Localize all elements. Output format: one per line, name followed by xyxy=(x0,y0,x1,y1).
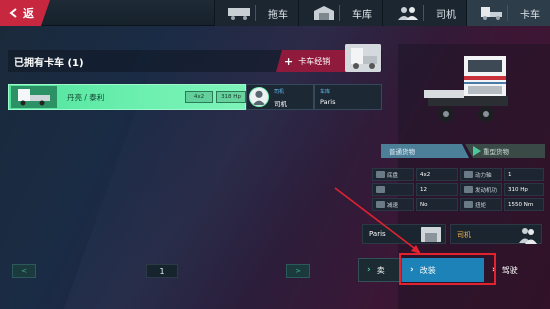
drive-label: 驾驶 xyxy=(501,265,518,275)
dealer-label: 卡车经销 xyxy=(298,56,331,66)
axle-badge: 4x2 xyxy=(185,91,213,103)
driver-value: 司机 xyxy=(274,100,287,108)
tab-drivers[interactable]: 司机 xyxy=(382,0,466,26)
spec-value: 1 xyxy=(504,168,544,181)
tab-divider xyxy=(255,5,256,21)
assigned-driver-name: 司机 xyxy=(457,231,471,239)
spec-value: No xyxy=(416,198,458,211)
back-label: 返 xyxy=(23,7,34,20)
truck-list-item[interactable]: 丹亮 / 泰利 4x2 318 Hp xyxy=(8,84,246,110)
spec-key: 发动机功 xyxy=(460,183,502,196)
top-bar: 返 拖车 车库 司机 卡车 xyxy=(0,0,550,26)
power-badge: 318 Hp xyxy=(216,91,246,103)
drivers-icon xyxy=(519,228,537,244)
chevron-right-icon: › xyxy=(367,265,371,275)
spec-value: 310 Hp xyxy=(504,183,544,196)
truck-name: 丹亮 / 泰利 xyxy=(67,92,105,102)
tab-label: 卡车 xyxy=(520,9,540,21)
tab-trucks[interactable]: 卡车 xyxy=(466,0,550,26)
engine-icon xyxy=(464,186,473,193)
torque-icon xyxy=(464,201,473,208)
spec-key: 底盘 xyxy=(372,168,414,181)
spec-value: 1550 Nm xyxy=(504,198,544,211)
cargo-heavy: 重型货物 xyxy=(465,144,545,158)
driver-avatar xyxy=(249,87,269,107)
sell-button[interactable]: › 卖 xyxy=(358,258,402,282)
retarder-icon xyxy=(376,201,385,208)
spec-row: 12 发动机功 310 Hp xyxy=(372,183,544,196)
truck-thumbnail-icon xyxy=(18,89,50,106)
assigned-garage-name: Paris xyxy=(369,230,386,238)
driver-key: 司机 xyxy=(274,89,285,95)
page-number: 1 xyxy=(146,264,178,278)
garage-icon xyxy=(421,227,441,242)
next-page-button[interactable]: > xyxy=(286,264,310,278)
truck-icon xyxy=(481,7,502,20)
assigned-garage[interactable]: Paris xyxy=(362,224,446,244)
axle-icon xyxy=(464,171,473,178)
garage-key: 车库 xyxy=(320,89,331,95)
tab-divider xyxy=(339,5,340,21)
spec-value: 12 xyxy=(416,183,458,196)
garage-value: Paris xyxy=(320,98,336,106)
truck-driver-cell[interactable]: 司机 司机 xyxy=(246,84,314,110)
spec-row: 减速 No 扭矩 1550 Nm xyxy=(372,198,544,211)
back-arrow-icon xyxy=(9,8,17,18)
tab-label: 司机 xyxy=(436,9,456,21)
spec-key: 减速 xyxy=(372,198,414,211)
plus-icon: + xyxy=(284,54,294,68)
tab-bar: 拖车 车库 司机 卡车 xyxy=(214,0,550,26)
fuel-icon xyxy=(376,186,385,193)
tab-divider xyxy=(507,5,508,21)
garage-icon xyxy=(314,6,334,20)
trailer-icon xyxy=(228,8,250,20)
tab-label: 拖车 xyxy=(268,9,288,21)
tab-trailers[interactable]: 拖车 xyxy=(214,0,298,26)
chassis-icon xyxy=(376,171,385,178)
annotation-highlight-box xyxy=(399,253,496,285)
truck-specs: 底盘 4x2 动力轴 1 12 发动机功 310 Hp 减速 No 扭矩 155… xyxy=(372,168,544,212)
spec-row: 底盘 4x2 动力轴 1 xyxy=(372,168,544,181)
cargo-heavy-label: 重型货物 xyxy=(483,148,509,156)
truck-thumbnail xyxy=(11,86,57,108)
play-icon xyxy=(473,146,481,156)
truck-garage-cell[interactable]: 车库 Paris xyxy=(314,84,382,110)
sell-label: 卖 xyxy=(376,265,385,275)
assigned-driver[interactable]: 司机 xyxy=(450,224,542,244)
drivers-icon xyxy=(398,7,418,20)
truck-render-image xyxy=(424,56,508,122)
spec-key xyxy=(372,183,414,196)
cargo-type-bar: 普通货物 重型货物 xyxy=(381,144,545,158)
pager: < 1 > xyxy=(12,264,312,278)
spec-value: 4x2 xyxy=(416,168,458,181)
back-button[interactable]: 返 xyxy=(0,0,50,26)
tab-garage[interactable]: 车库 xyxy=(298,0,382,26)
spec-key: 扭矩 xyxy=(460,198,502,211)
dealer-truck-icon xyxy=(345,44,381,72)
spec-key: 动力轴 xyxy=(460,168,502,181)
tab-label: 车库 xyxy=(352,9,372,21)
previous-page-button[interactable]: < xyxy=(12,264,36,278)
owned-trucks-title: 已拥有卡车 (1) xyxy=(14,57,84,69)
cargo-normal: 普通货物 xyxy=(381,144,469,158)
tab-divider xyxy=(423,5,424,21)
